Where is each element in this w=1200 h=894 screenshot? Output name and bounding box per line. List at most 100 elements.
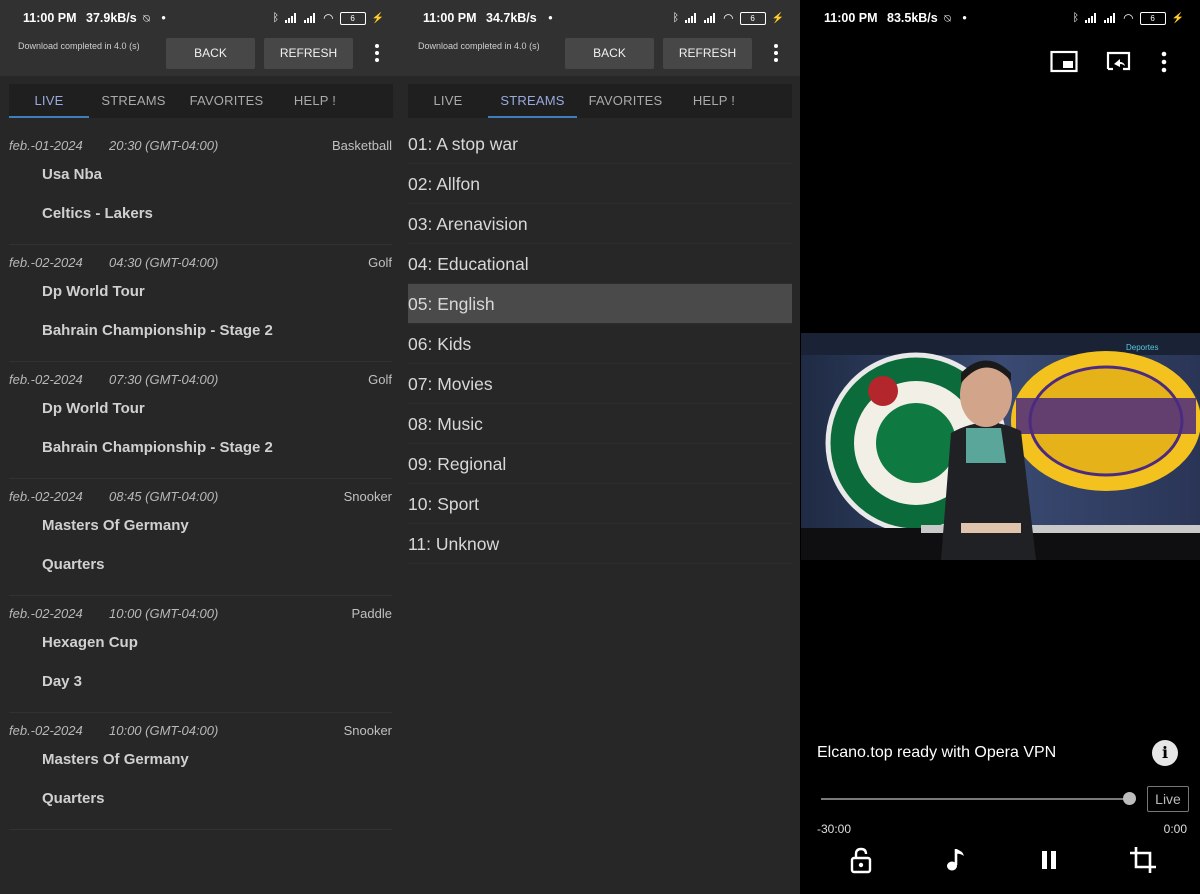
- event-match: Celtics - Lakers: [42, 205, 153, 222]
- event-item[interactable]: feb.-01-2024 20:30 (GMT-04:00) Basketball U…: [9, 128, 392, 245]
- event-item[interactable]: feb.-02-2024 10:00 (GMT-04:00) Snooker Mast…: [9, 713, 392, 830]
- lock-icon[interactable]: [844, 843, 878, 877]
- more-vert-icon[interactable]: [371, 42, 383, 64]
- bluetooth-icon: ᛒ: [272, 12, 280, 24]
- more-vert-icon[interactable]: [770, 42, 782, 64]
- event-date: feb.-02-2024: [9, 723, 83, 738]
- stream-category-item[interactable]: 03: Arenavision: [408, 204, 792, 244]
- event-item[interactable]: feb.-02-2024 07:30 (GMT-04:00) Golf Dp Worl…: [9, 362, 392, 479]
- status-speed: 83.5kB/s: [887, 11, 938, 25]
- signal-icon: [1104, 13, 1117, 23]
- status-speed: 34.7kB/s: [486, 11, 537, 25]
- tab-favorites[interactable]: FAVORITES: [178, 84, 275, 118]
- event-time: 10:00 (GMT-04:00): [109, 723, 219, 738]
- event-sport: Basketball: [332, 138, 392, 153]
- stream-category-item[interactable]: 07: Movies: [408, 364, 792, 404]
- event-date: feb.-02-2024: [9, 489, 83, 504]
- live-button[interactable]: Live: [1147, 786, 1189, 812]
- channel-logo: Deportes: [1126, 343, 1158, 352]
- music-note-icon[interactable]: [939, 843, 973, 877]
- charging-icon: ⚡: [371, 12, 384, 24]
- event-time: 07:30 (GMT-04:00): [109, 372, 219, 387]
- battery-icon: 6: [339, 11, 366, 25]
- more-vert-icon[interactable]: [1158, 48, 1170, 76]
- event-time: 10:00 (GMT-04:00): [109, 606, 219, 621]
- event-league: Masters Of Germany: [42, 517, 189, 534]
- stream-category-item[interactable]: 04: Educational: [408, 244, 792, 284]
- video-player-screen: 11:00 PM 83.5kB/s ⍉ • ᛒ ◠ 6 ⚡ Deportes E…: [801, 0, 1200, 894]
- notification-dot-icon: •: [962, 11, 967, 25]
- refresh-button[interactable]: REFRESH: [663, 38, 752, 69]
- event-item[interactable]: feb.-02-2024 10:00 (GMT-04:00) Paddle Hexag…: [9, 596, 392, 713]
- download-message: Download completed in 4.0 (s): [418, 41, 540, 51]
- seek-thumb[interactable]: [1123, 792, 1136, 805]
- tab-bar: LIVE STREAMS FAVORITES HELP !: [408, 84, 792, 118]
- tab-favorites[interactable]: FAVORITES: [577, 84, 674, 118]
- download-message: Download completed in 4.0 (s): [18, 41, 140, 51]
- event-item[interactable]: feb.-02-2024 04:30 (GMT-04:00) Golf Dp Worl…: [9, 245, 392, 362]
- refresh-button[interactable]: REFRESH: [264, 38, 353, 69]
- back-button[interactable]: BACK: [166, 38, 255, 69]
- stream-category-item[interactable]: 10: Sport: [408, 484, 792, 524]
- event-sport: Golf: [368, 372, 392, 387]
- event-league: Dp World Tour: [42, 400, 145, 417]
- event-match: Bahrain Championship - Stage 2: [42, 439, 273, 456]
- tab-live[interactable]: LIVE: [9, 84, 89, 118]
- back-button[interactable]: BACK: [565, 38, 654, 69]
- stream-category-item[interactable]: 08: Music: [408, 404, 792, 444]
- event-time: 08:45 (GMT-04:00): [109, 489, 219, 504]
- charging-icon: ⚡: [771, 12, 784, 24]
- event-time: 20:30 (GMT-04:00): [109, 138, 219, 153]
- event-item[interactable]: feb.-02-2024 08:45 (GMT-04:00) Snooker Mast…: [9, 479, 392, 596]
- event-date: feb.-01-2024: [9, 138, 83, 153]
- streams-list: 01: A stop war 02: Allfon 03: Arenavision 0…: [408, 124, 792, 564]
- signal-icon: [304, 13, 317, 23]
- pause-icon[interactable]: [1032, 843, 1066, 877]
- info-icon[interactable]: i: [1152, 740, 1178, 766]
- tab-live[interactable]: LIVE: [408, 84, 488, 118]
- battery-icon: 6: [1139, 11, 1166, 25]
- notification-dot-icon: •: [548, 11, 553, 25]
- video-frame[interactable]: Deportes: [801, 333, 1200, 560]
- event-league: Masters Of Germany: [42, 751, 189, 768]
- status-time: 11:00 PM: [23, 11, 77, 25]
- seek-bar[interactable]: [821, 798, 1129, 800]
- tab-streams[interactable]: STREAMS: [488, 84, 577, 118]
- event-league: Dp World Tour: [42, 283, 145, 300]
- status-time: 11:00 PM: [824, 11, 878, 25]
- stream-category-item[interactable]: 05: English: [408, 284, 792, 324]
- crop-icon[interactable]: [1126, 843, 1160, 877]
- app-header: 11:00 PM 34.7kB/s • ᛒ ◠ 6 ⚡ Download com…: [400, 0, 800, 76]
- signal-icon: [1085, 13, 1098, 23]
- tab-help[interactable]: HELP !: [674, 84, 754, 118]
- event-sport: Snooker: [343, 489, 392, 504]
- event-date: feb.-02-2024: [9, 255, 83, 270]
- time-elapsed: -30:00: [817, 822, 852, 836]
- picture-in-picture-icon[interactable]: [1050, 48, 1078, 76]
- tab-help[interactable]: HELP !: [275, 84, 355, 118]
- event-match: Day 3: [42, 673, 83, 690]
- signal-icon: [285, 13, 298, 23]
- stream-category-item[interactable]: 09: Regional: [408, 444, 792, 484]
- status-time: 11:00 PM: [423, 11, 477, 25]
- stream-category-item[interactable]: 02: Allfon: [408, 164, 792, 204]
- event-sport: Paddle: [351, 606, 392, 621]
- wifi-icon: ◠: [323, 11, 334, 25]
- wifi-icon: ◠: [1123, 11, 1134, 25]
- cast-icon[interactable]: [1104, 48, 1132, 76]
- tab-streams[interactable]: STREAMS: [89, 84, 178, 118]
- signal-icon: [685, 13, 698, 23]
- signal-icon: [704, 13, 717, 23]
- app-header: 11:00 PM 37.9kB/s ⍉ • ᛒ ◠ 6 ⚡ Download c…: [0, 0, 400, 76]
- event-sport: Snooker: [343, 723, 392, 738]
- stream-category-item[interactable]: 01: A stop war: [408, 124, 792, 164]
- event-time: 04:30 (GMT-04:00): [109, 255, 219, 270]
- player-top-actions: [1050, 48, 1170, 76]
- stream-category-item[interactable]: 06: Kids: [408, 324, 792, 364]
- battery-icon: 6: [739, 11, 766, 25]
- streams-screen: 11:00 PM 34.7kB/s • ᛒ ◠ 6 ⚡ Download com…: [400, 0, 800, 894]
- events-list: feb.-01-2024 20:30 (GMT-04:00) Basketball U…: [0, 128, 400, 830]
- event-date: feb.-02-2024: [9, 372, 83, 387]
- stream-category-item[interactable]: 11: Unknow: [408, 524, 792, 564]
- event-league: Hexagen Cup: [42, 634, 138, 651]
